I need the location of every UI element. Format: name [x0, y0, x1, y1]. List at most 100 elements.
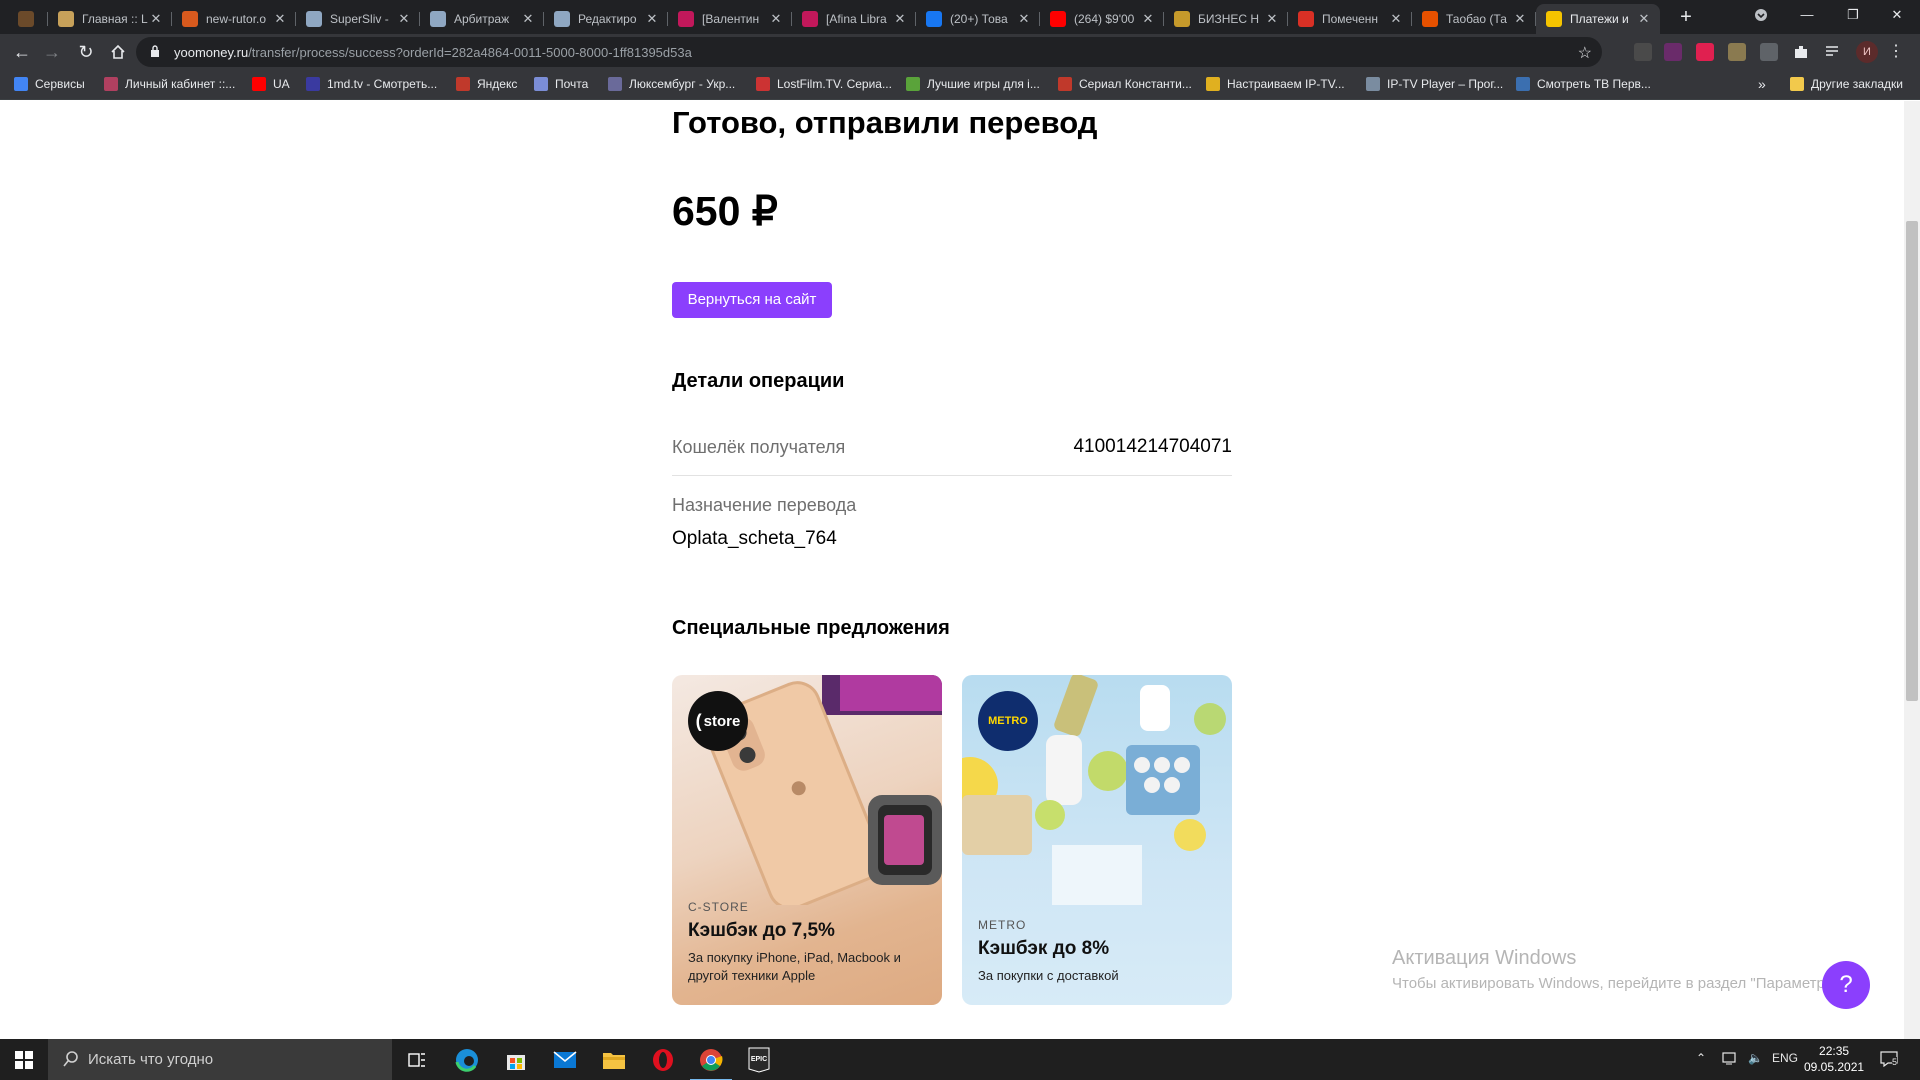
bookmark-item[interactable]: UA [252, 77, 290, 91]
tab-close-icon[interactable]: ✕ [148, 11, 164, 27]
offer-card-metro[interactable]: METRO METRO Кэшбэк до 8% За покупки с до… [962, 675, 1232, 1005]
bookmark-item[interactable]: Сериал Константи... [1058, 77, 1192, 91]
bookmark-label: Сериал Константи... [1079, 77, 1192, 91]
taskbar-clock[interactable]: 22:35 09.05.2021 [1804, 1043, 1864, 1075]
extension-icon[interactable] [1634, 43, 1652, 61]
epic-games-icon[interactable]: EPIC [744, 1045, 774, 1075]
details-title: Детали операции [672, 370, 845, 392]
bookmark-star-icon[interactable]: ☆ [1578, 43, 1592, 63]
tab-close-icon[interactable]: ✕ [396, 11, 412, 27]
url-text: yoomoney.ru/transfer/process/success?ord… [174, 45, 692, 60]
browser-tab[interactable]: new-rutor.o ✕ [172, 4, 296, 34]
extension-icon[interactable] [1728, 43, 1746, 61]
forward-arrow-icon[interactable]: → [38, 38, 66, 66]
browser-tab[interactable] [8, 4, 48, 34]
home-icon[interactable] [104, 38, 132, 66]
extension-icon[interactable] [1696, 43, 1714, 61]
back-arrow-icon[interactable]: ← [8, 38, 36, 66]
edge-icon[interactable] [452, 1045, 482, 1075]
network-icon[interactable] [1722, 1051, 1738, 1068]
tab-favicon-icon [1050, 11, 1066, 27]
taskbar-search[interactable]: Искать что угодно [48, 1039, 392, 1080]
new-tab-button[interactable]: + [1672, 4, 1700, 32]
scrollbar-thumb[interactable] [1906, 221, 1918, 701]
task-view-icon[interactable] [402, 1045, 432, 1075]
tab-close-icon[interactable]: ✕ [1636, 11, 1652, 27]
page-scrollbar[interactable] [1904, 101, 1920, 1039]
help-button[interactable]: ? [1822, 961, 1870, 1009]
offer-card-cstore[interactable]: (store C-STORE Кэшбэк до 7,5% За покупку… [672, 675, 942, 1005]
notifications-icon[interactable]: 5 [1880, 1051, 1898, 1070]
profile-avatar[interactable]: И [1856, 41, 1878, 63]
browser-tab[interactable]: Арбитраж ✕ [420, 4, 544, 34]
opera-icon[interactable] [648, 1045, 678, 1075]
chrome-icon[interactable] [690, 1045, 732, 1080]
tab-close-icon[interactable]: ✕ [768, 11, 784, 27]
browser-tab[interactable]: Главная :: L ✕ [48, 4, 172, 34]
browser-tab[interactable]: Таобао (Та ✕ [1412, 4, 1536, 34]
windows-start-button[interactable] [0, 1039, 48, 1080]
browser-tab[interactable]: SuperSliv - ✕ [296, 4, 420, 34]
bookmark-item[interactable]: 1md.tv - Смотреть... [306, 77, 437, 91]
reload-icon[interactable]: ↻ [72, 38, 100, 66]
address-bar[interactable]: yoomoney.ru/transfer/process/success?ord… [136, 37, 1602, 67]
other-bookmarks-folder[interactable]: Другие закладки [1790, 77, 1903, 91]
bookmark-item[interactable]: Почта [534, 77, 588, 91]
restore-button[interactable]: ❐ [1830, 0, 1876, 30]
offers-title: Специальные предложения [672, 617, 950, 639]
bookmark-item[interactable]: Лучшие игры для i... [906, 77, 1040, 91]
bookmark-item[interactable]: Сервисы [14, 77, 85, 91]
bookmark-item[interactable]: LostFilm.TV. Сериа... [756, 77, 892, 91]
bookmark-item[interactable]: Смотреть ТВ Перв... [1516, 77, 1651, 91]
tab-close-icon[interactable]: ✕ [1388, 11, 1404, 27]
extension-icon[interactable] [1760, 43, 1778, 61]
browser-tab[interactable]: Помеченн ✕ [1288, 4, 1412, 34]
browser-tab[interactable]: (264) $9'00 ✕ [1040, 4, 1164, 34]
more-bookmarks-button[interactable]: » [1758, 76, 1766, 92]
tab-close-icon[interactable]: ✕ [1512, 11, 1528, 27]
payment-amount: 650 ₽ [672, 188, 778, 234]
page-title: Готово, отправили перевод [672, 105, 1098, 140]
bookmark-item[interactable]: Люксембург - Укр... [608, 77, 735, 91]
store-icon[interactable] [501, 1045, 531, 1075]
file-explorer-icon[interactable] [599, 1045, 629, 1075]
bookmark-label: IP-TV Player – Прог... [1387, 77, 1504, 91]
tab-close-icon[interactable]: ✕ [520, 11, 536, 27]
minimize-button[interactable]: — [1784, 0, 1830, 30]
browser-tab[interactable]: [Afina Libra ✕ [792, 4, 916, 34]
return-to-site-button[interactable]: Вернуться на сайт [672, 282, 832, 318]
tab-title: Арбитраж [454, 12, 510, 26]
browser-tab[interactable]: (20+) Това ✕ [916, 4, 1040, 34]
folder-icon [1790, 77, 1804, 91]
bookmark-item[interactable]: Настраиваем IP-TV... [1206, 77, 1345, 91]
bookmark-item[interactable]: Личный кабинет ::... [104, 77, 235, 91]
extension-icon[interactable] [1664, 43, 1682, 61]
tab-close-icon[interactable]: ✕ [1016, 11, 1032, 27]
browser-tab[interactable]: Платежи и ✕ [1536, 4, 1660, 34]
tray-chevron-icon[interactable]: ⌃ [1696, 1051, 1706, 1065]
tab-search-icon[interactable] [1738, 0, 1784, 30]
browser-tab[interactable]: [Валентин ✕ [668, 4, 792, 34]
reading-list-icon[interactable] [1824, 43, 1842, 61]
bookmark-item[interactable]: IP-TV Player – Прог... [1366, 77, 1503, 91]
tab-close-icon[interactable]: ✕ [1264, 11, 1280, 27]
recipient-wallet-value: 410014214704071 [1073, 436, 1232, 457]
browser-tab[interactable]: БИЗНЕС Н ✕ [1164, 4, 1288, 34]
language-indicator[interactable]: ENG [1772, 1051, 1798, 1065]
puzzle-icon[interactable] [1792, 43, 1810, 61]
tab-close-icon[interactable]: ✕ [1140, 11, 1156, 27]
tab-close-icon[interactable]: ✕ [892, 11, 908, 27]
mail-icon[interactable] [550, 1045, 580, 1075]
bookmark-item[interactable]: Яндекс [456, 77, 517, 91]
volume-icon[interactable]: 🔈 [1748, 1051, 1763, 1065]
bookmark-favicon-icon [756, 77, 770, 91]
bookmark-favicon-icon [252, 77, 266, 91]
tab-title: БИЗНЕС Н [1198, 12, 1260, 26]
tab-favicon-icon [678, 11, 694, 27]
menu-dots-icon[interactable]: ⋮ [1882, 38, 1910, 66]
close-window-button[interactable]: ✕ [1874, 0, 1920, 30]
bookmark-label: Сервисы [35, 77, 85, 91]
browser-tab[interactable]: Редактиро ✕ [544, 4, 668, 34]
tab-close-icon[interactable]: ✕ [644, 11, 660, 27]
tab-close-icon[interactable]: ✕ [272, 11, 288, 27]
